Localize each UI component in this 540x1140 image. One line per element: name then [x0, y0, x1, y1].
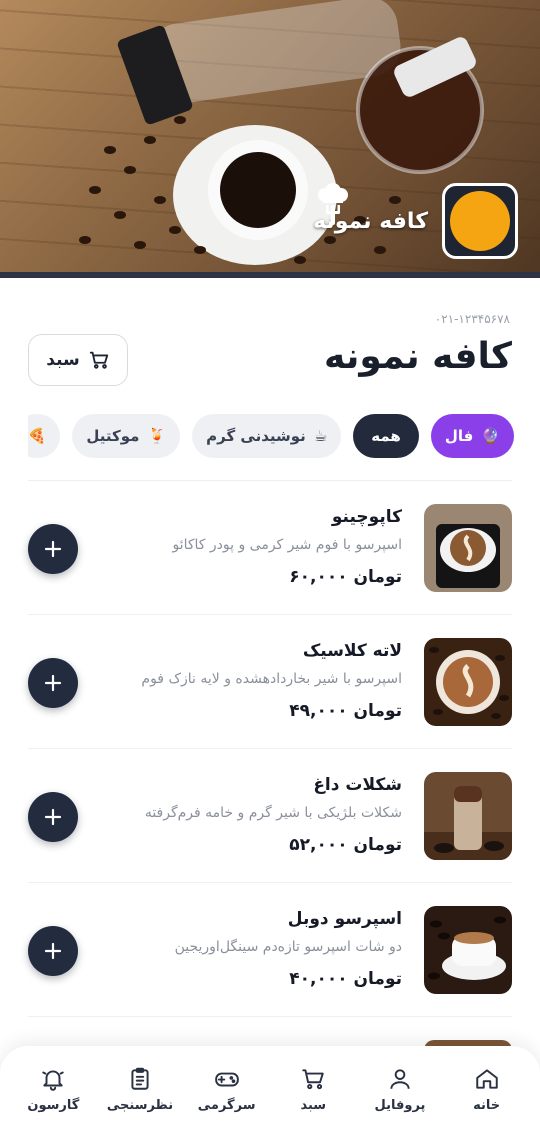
- plus-icon: [44, 540, 62, 558]
- product-description: شکلات بلژیکی با شیر گرم و خامه فرم‌گرفته: [144, 805, 402, 821]
- category-chip-hot-drinks[interactable]: ☕ نوشیدنی گرم: [192, 414, 342, 458]
- home-icon: [475, 1069, 498, 1089]
- hot-drink-icon: ☕: [313, 427, 328, 445]
- product-name: شکلات داغ: [313, 775, 402, 795]
- product-description: دو شات اسپرسو تازه‌دم سینگل‌اوریجین: [174, 939, 402, 955]
- nav-item-cart[interactable]: سبد: [273, 1046, 353, 1140]
- product-price: ۵۲,۰۰۰ تومان: [289, 835, 402, 855]
- nav-item-profile[interactable]: پروفایل: [360, 1046, 440, 1140]
- plus-icon: [44, 808, 62, 826]
- gamepad-icon: [214, 1072, 239, 1087]
- nav-label: سبد: [300, 1098, 327, 1113]
- category-label: نوشیدنی گرم: [206, 427, 306, 445]
- user-icon: [390, 1069, 410, 1089]
- nav-label: نظرسنجی: [106, 1098, 174, 1113]
- cart-button[interactable]: سبد: [28, 334, 128, 386]
- cart-icon: [302, 1069, 325, 1090]
- product-name: لاته کلاسیک: [302, 641, 402, 661]
- category-label: همه: [371, 427, 401, 445]
- nav-label: گارسون: [27, 1098, 80, 1113]
- hero-banner: کافه نمونه: [0, 0, 540, 278]
- plus-icon: [44, 674, 62, 692]
- brand-logo: [318, 183, 518, 259]
- latte-image: [424, 638, 512, 726]
- product-name: کاپوچینو: [331, 507, 402, 527]
- product-item[interactable]: کاپوچینو اسپرسو با فوم شیر کرمی و پودر ک…: [0, 481, 540, 615]
- category-chip-mocktail[interactable]: 🍹 موکتیل: [72, 414, 181, 458]
- chef-fork-icon: [318, 183, 349, 225]
- page-title: کافه نمونه: [324, 336, 512, 377]
- nav-label: سرگرمی: [197, 1098, 256, 1113]
- product-item[interactable]: لاته کلاسیک اسپرسو با شیر بخاردادهشده و …: [0, 615, 540, 749]
- add-to-cart-button[interactable]: [28, 926, 78, 976]
- product-item[interactable]: شکلات داغ شکلات بلژیکی با شیر گرم و خامه…: [0, 749, 540, 883]
- brand: کافه نمونه: [313, 183, 518, 259]
- product-item[interactable]: اسپرسو دوبل دو شات اسپرسو تازه‌دم سینگل‌…: [0, 883, 540, 1017]
- cocktail-icon: 🍹: [147, 427, 167, 445]
- product-thumbnail: [424, 638, 512, 726]
- product-price: ۶۰,۰۰۰ تومان: [289, 567, 402, 587]
- product-thumbnail: [424, 772, 512, 860]
- category-bar: 🔮 فال همه ☕ نوشیدنی گرم 🍹 موکتیل 🍕: [28, 414, 514, 460]
- product-thumbnail: [424, 906, 512, 994]
- category-chip-fal[interactable]: 🔮 فال: [430, 414, 514, 458]
- product-name: اسپرسو دوبل: [287, 909, 402, 929]
- add-to-cart-button[interactable]: [28, 658, 78, 708]
- category-label: فال: [444, 427, 474, 445]
- cart-button-label: سبد: [46, 350, 80, 370]
- plus-icon: [44, 942, 62, 960]
- category-label: موکتیل: [86, 427, 140, 445]
- cart-icon: [89, 351, 108, 369]
- nav-item-survey[interactable]: نظرسنجی: [100, 1046, 180, 1140]
- nav-label: پروفایل: [374, 1098, 426, 1113]
- product-description: اسپرسو با شیر بخاردادهشده و لایه نازک فو…: [141, 671, 402, 687]
- pizza-icon: 🍕: [28, 427, 47, 445]
- nav-item-home[interactable]: خانه: [447, 1046, 527, 1140]
- add-to-cart-button[interactable]: [28, 524, 78, 574]
- bottom-navigation: خانه پروفایل سبد سرگرمی نظرسنجی گارسون: [0, 1046, 540, 1140]
- phone-number: ۰۲۱-۱۲۳۴۵۶۷۸: [434, 312, 510, 326]
- product-thumbnail: [424, 504, 512, 592]
- clipboard-icon: [131, 1067, 149, 1090]
- product-price: ۴۰,۰۰۰ تومان: [289, 969, 402, 989]
- hot-chocolate-image: [424, 772, 512, 860]
- nav-label: خانه: [473, 1098, 501, 1113]
- nav-item-waiter[interactable]: گارسون: [13, 1046, 93, 1140]
- nav-item-games[interactable]: سرگرمی: [187, 1046, 267, 1140]
- crystal-ball-icon: 🔮: [481, 427, 500, 445]
- espresso-image: [424, 906, 512, 994]
- product-description: اسپرسو با فوم شیر کرمی و پودر کاکائو: [172, 537, 402, 553]
- add-to-cart-button[interactable]: [28, 792, 78, 842]
- product-price: ۴۹,۰۰۰ تومان: [289, 701, 402, 721]
- category-chip-all[interactable]: همه: [353, 414, 419, 458]
- cappuccino-image: [424, 504, 512, 592]
- category-chip-pizza[interactable]: 🍕: [28, 414, 61, 458]
- bell-icon: [42, 1070, 65, 1091]
